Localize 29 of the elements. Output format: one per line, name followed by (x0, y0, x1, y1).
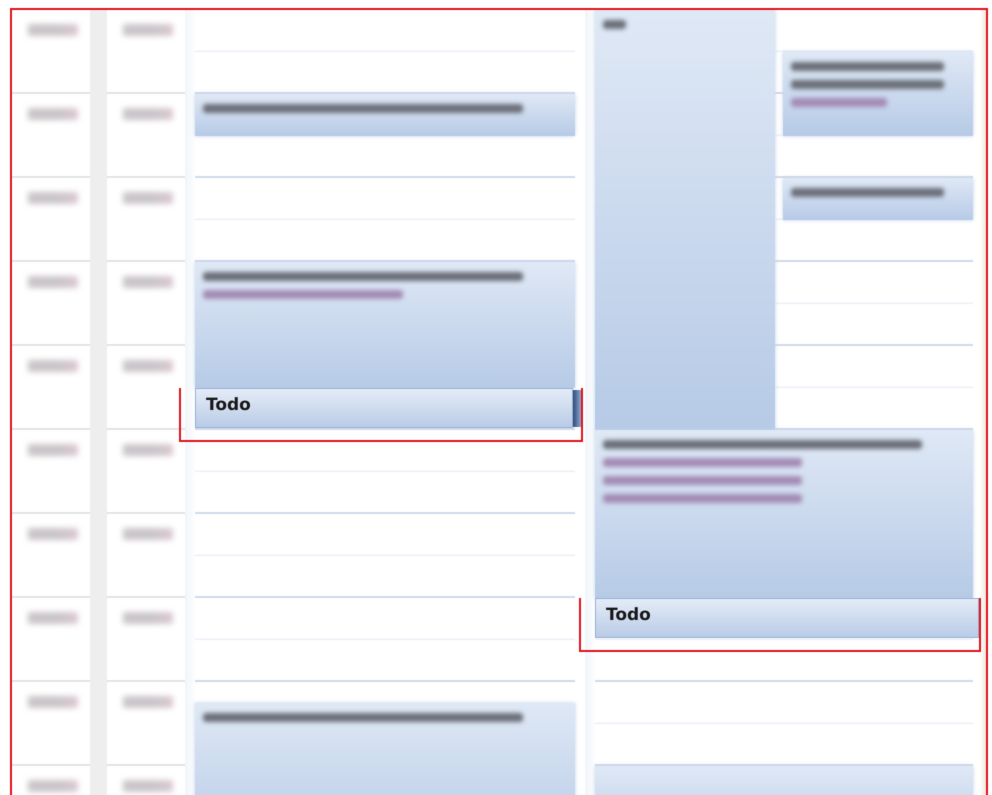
time-label (28, 696, 78, 708)
time-label (28, 360, 78, 372)
time-label (123, 612, 173, 624)
todo-event[interactable]: Todo (595, 598, 979, 638)
todo-event[interactable]: Todo (195, 388, 573, 428)
calendar-event[interactable] (783, 52, 973, 136)
time-label (28, 444, 78, 456)
time-label (123, 360, 173, 372)
time-label (28, 108, 78, 120)
time-label (123, 780, 173, 792)
time-label (123, 192, 173, 204)
time-label (123, 276, 173, 288)
blurred-text (603, 20, 626, 29)
time-label (123, 528, 173, 540)
time-label (123, 444, 173, 456)
resize-handle[interactable] (573, 390, 581, 427)
time-label (28, 612, 78, 624)
time-label (28, 192, 78, 204)
calendar-event[interactable] (595, 430, 973, 598)
time-label (123, 696, 173, 708)
calendar-event[interactable] (195, 262, 575, 388)
time-label (28, 528, 78, 540)
calendar-event[interactable] (195, 94, 575, 136)
time-label (123, 108, 173, 120)
time-label (28, 276, 78, 288)
time-label (123, 24, 173, 36)
time-label (28, 24, 78, 36)
calendar-event[interactable] (783, 178, 973, 220)
time-label (28, 780, 78, 792)
